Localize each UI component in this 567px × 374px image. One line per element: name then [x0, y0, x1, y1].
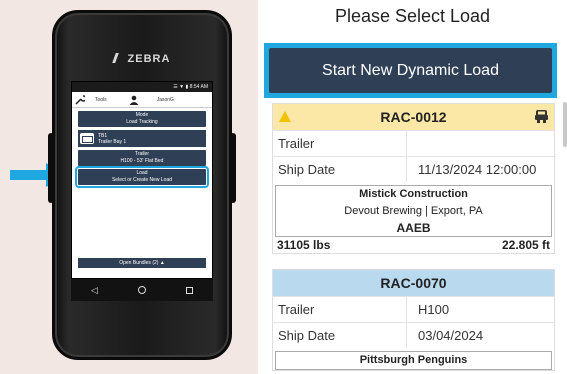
- customer-box: Pittsburgh Penguins: [275, 351, 552, 370]
- ship-date-value: 03/04/2024: [418, 328, 484, 343]
- load-weight: 31105 lbs: [277, 238, 331, 252]
- mode-value: Load Tracking: [126, 119, 158, 125]
- trailer-title: Trailer: [135, 151, 149, 157]
- start-new-dynamic-load-button[interactable]: Start New Dynamic Load: [269, 48, 552, 93]
- trailer-button[interactable]: Trailer H100 - 53' Flat Bed: [78, 150, 206, 166]
- home-icon[interactable]: [137, 286, 146, 294]
- status-bar: ☰ ▼ ▮ 8:54 AM: [72, 82, 212, 92]
- back-icon[interactable]: ◁: [91, 285, 98, 296]
- phone-device: ZEBRA ☰ ▼ ▮ 8:54 AM Tools JasonG Mode Lo…: [48, 10, 236, 360]
- trailer-label: Trailer: [273, 131, 407, 156]
- ship-date-label: Ship Date: [273, 157, 407, 182]
- mode-title: Mode: [135, 112, 149, 118]
- load-id: RAC-0070: [380, 275, 447, 291]
- load-title: Load: [136, 170, 148, 176]
- ship-date-row: Ship Date 11/13/2024 12:00:00: [273, 156, 554, 182]
- load-id: RAC-0012: [380, 109, 447, 125]
- trailer-row: Trailer: [273, 130, 554, 156]
- wrench-icon[interactable]: [75, 94, 85, 105]
- trailer-row: Trailer H100: [273, 296, 554, 322]
- truck-icon: [535, 110, 548, 123]
- android-nav-bar: ◁: [71, 279, 213, 301]
- load-length: 22.805 ft: [501, 238, 550, 252]
- trailer-bay-button[interactable]: TB1 Trailer Bay 1: [78, 130, 206, 147]
- recent-apps-icon[interactable]: [185, 286, 193, 294]
- open-bundles-button[interactable]: Open Bundles (2) ▲: [78, 258, 206, 268]
- load-card[interactable]: RAC-0012 Trailer Ship Date 11/13/2024 12…: [272, 103, 555, 254]
- customer-box: Mistick Construction Devout Brewing | Ex…: [275, 185, 552, 237]
- customer-name: Pittsburgh Penguins: [359, 354, 468, 366]
- user-name: JasonG: [156, 96, 174, 103]
- scrollbar[interactable]: [563, 102, 567, 147]
- load-button[interactable]: Load Select or Create New Load: [75, 166, 209, 188]
- destination: Devout Brewing | Export, PA: [344, 205, 483, 217]
- load-summary: 31105 lbs 22.805 ft: [273, 237, 554, 253]
- side-button: [48, 133, 54, 203]
- trailer-value: H100 - 53' Flat Bed: [120, 158, 164, 164]
- tools-label[interactable]: Tools: [95, 97, 107, 103]
- load-card-header: RAC-0070: [273, 270, 554, 296]
- brand-logo: ZEBRA: [55, 53, 229, 65]
- load-card[interactable]: RAC-0070 Trailer H100 Ship Date 03/04/20…: [272, 269, 555, 371]
- load-select-panel: Please Select Load Start New Dynamic Loa…: [258, 0, 567, 374]
- user-icon[interactable]: [129, 95, 139, 105]
- ship-date-row: Ship Date 03/04/2024: [273, 322, 554, 348]
- trailer-bay-name: Trailer Bay 1: [98, 138, 127, 145]
- trailer-icon: [80, 133, 94, 144]
- load-code: AAEB: [396, 221, 431, 235]
- page-title: Please Select Load: [334, 6, 491, 26]
- customer-name: Mistick Construction: [359, 188, 468, 200]
- ship-date-label: Ship Date: [273, 323, 407, 348]
- app-toolbar: Tools JasonG: [72, 92, 212, 108]
- mode-button[interactable]: Mode Load Tracking: [78, 111, 206, 127]
- trailer-value: H100: [418, 302, 450, 317]
- warning-icon: [279, 111, 291, 122]
- phone-screen: ☰ ▼ ▮ 8:54 AM Tools JasonG Mode Load Tra…: [71, 81, 213, 279]
- trailer-label: Trailer: [273, 297, 407, 322]
- load-value: Select or Create New Load: [111, 177, 173, 183]
- side-button: [230, 133, 236, 203]
- load-card-header: RAC-0012: [273, 104, 554, 130]
- ship-date-value: 11/13/2024 12:00:00: [418, 162, 537, 177]
- start-button-highlight: Start New Dynamic Load: [264, 43, 557, 98]
- trailer-value: [407, 131, 554, 156]
